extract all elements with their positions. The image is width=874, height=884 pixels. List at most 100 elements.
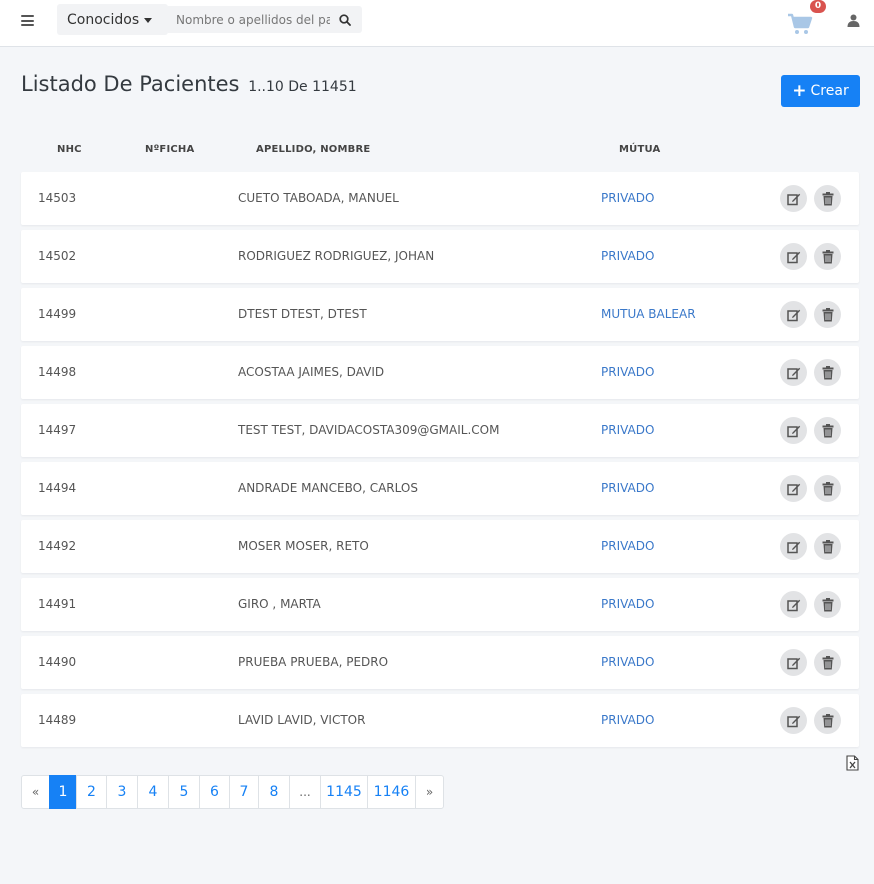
pagination: «1 2 3 4 5 6 7 8... 1145 1146» bbox=[21, 775, 444, 809]
edit-button[interactable] bbox=[780, 591, 807, 618]
table-row: 14491 GIRO , MARTA PRIVADO bbox=[21, 578, 859, 631]
delete-button[interactable] bbox=[814, 359, 841, 386]
caret-down-icon bbox=[144, 17, 153, 23]
patient-search bbox=[168, 6, 362, 33]
cell-mutua-link[interactable]: PRIVADO bbox=[601, 249, 654, 263]
pagination-page[interactable]: 6 bbox=[199, 775, 230, 809]
create-patient-button[interactable]: + Crear bbox=[781, 75, 860, 107]
cell-mutua-link[interactable]: PRIVADO bbox=[601, 539, 654, 553]
edit-icon bbox=[786, 657, 800, 669]
patient-search-input[interactable] bbox=[168, 6, 330, 33]
cell-mutua-link[interactable]: PRIVADO bbox=[601, 191, 654, 205]
edit-icon bbox=[786, 309, 800, 321]
search-button[interactable] bbox=[330, 6, 360, 33]
trash-icon bbox=[822, 713, 833, 727]
cell-mutua-link[interactable]: PRIVADO bbox=[601, 655, 654, 669]
edit-button[interactable] bbox=[780, 417, 807, 444]
edit-button[interactable] bbox=[780, 359, 807, 386]
cart-count-badge: 0 bbox=[810, 0, 826, 13]
page-title: Listado De Pacientes 1..10 De 11451 bbox=[21, 72, 357, 96]
patient-filter-label: Conocidos bbox=[67, 11, 140, 28]
pagination-ellipsis[interactable]: ... bbox=[289, 775, 321, 809]
table-row: 14490 PRUEBA PRUEBA, PEDRO PRIVADO bbox=[21, 636, 859, 689]
pagination-page[interactable]: 7 bbox=[229, 775, 259, 809]
edit-button[interactable] bbox=[780, 301, 807, 328]
edit-button[interactable] bbox=[780, 533, 807, 560]
table-row: 14497 TEST TEST, DAVIDACOSTA309@GMAIL.COM… bbox=[21, 404, 859, 457]
column-header-name: APELLIDO, NOMBRE bbox=[256, 144, 371, 155]
edit-button[interactable] bbox=[780, 243, 807, 270]
edit-icon bbox=[786, 715, 800, 727]
cell-mutua-link[interactable]: PRIVADO bbox=[601, 713, 654, 727]
cell-mutua-link[interactable]: MUTUA BALEAR bbox=[601, 307, 696, 321]
cell-patient-name: ANDRADE MANCEBO, CARLOS bbox=[238, 481, 418, 495]
column-header-ficha: NºFICHA bbox=[145, 144, 195, 155]
cell-patient-name: RODRIGUEZ RODRIGUEZ, JOHAN bbox=[238, 249, 435, 263]
cell-mutua-link[interactable]: PRIVADO bbox=[601, 481, 654, 495]
cell-nhc: 14502 bbox=[38, 249, 77, 263]
cell-mutua-link[interactable]: PRIVADO bbox=[601, 423, 654, 437]
shopping-cart-icon[interactable] bbox=[787, 12, 813, 36]
patient-filter-dropdown[interactable]: Conocidos bbox=[57, 4, 168, 35]
delete-button[interactable] bbox=[814, 475, 841, 502]
pagination-page[interactable]: 1 bbox=[49, 775, 77, 809]
hamburger-menu-icon[interactable] bbox=[21, 15, 34, 26]
page-title-text: Listado De Pacientes bbox=[21, 72, 240, 96]
trash-icon bbox=[822, 539, 833, 553]
delete-button[interactable] bbox=[814, 417, 841, 444]
cell-patient-name: DTEST DTEST, DTEST bbox=[238, 307, 367, 321]
edit-icon bbox=[786, 251, 800, 263]
table-row: 14498 ACOSTAA JAIMES, DAVID PRIVADO bbox=[21, 346, 859, 399]
column-header-mutua: MÚTUA bbox=[619, 144, 661, 155]
table-row: 14502 RODRIGUEZ RODRIGUEZ, JOHAN PRIVADO bbox=[21, 230, 859, 283]
edit-button[interactable] bbox=[780, 475, 807, 502]
cell-nhc: 14499 bbox=[38, 307, 77, 321]
delete-button[interactable] bbox=[814, 649, 841, 676]
cell-patient-name: GIRO , MARTA bbox=[238, 597, 321, 611]
top-navbar: Conocidos 0 bbox=[0, 0, 874, 47]
cell-nhc: 14497 bbox=[38, 423, 77, 437]
table-row: 14494 ANDRADE MANCEBO, CARLOS PRIVADO bbox=[21, 462, 859, 515]
pagination-page[interactable]: 5 bbox=[168, 775, 200, 809]
trash-icon bbox=[822, 655, 833, 669]
delete-button[interactable] bbox=[814, 301, 841, 328]
edit-button[interactable] bbox=[780, 707, 807, 734]
pagination-page[interactable]: 3 bbox=[106, 775, 138, 809]
delete-button[interactable] bbox=[814, 243, 841, 270]
delete-button[interactable] bbox=[814, 533, 841, 560]
excel-file-icon[interactable] bbox=[846, 755, 859, 771]
pagination-next[interactable]: » bbox=[415, 775, 444, 809]
trash-icon bbox=[822, 191, 833, 205]
table-row: 14503 CUETO TABOADA, MANUEL PRIVADO bbox=[21, 172, 859, 225]
cell-nhc: 14498 bbox=[38, 365, 77, 379]
user-icon[interactable] bbox=[847, 14, 860, 27]
cell-nhc: 14494 bbox=[38, 481, 77, 495]
cell-nhc: 14491 bbox=[38, 597, 77, 611]
search-icon bbox=[339, 13, 351, 26]
cell-patient-name: LAVID LAVID, VICTOR bbox=[238, 713, 366, 727]
cell-mutua-link[interactable]: PRIVADO bbox=[601, 597, 654, 611]
pagination-page[interactable]: 8 bbox=[258, 775, 290, 809]
edit-icon bbox=[786, 483, 800, 495]
delete-button[interactable] bbox=[814, 185, 841, 212]
record-count: 1..10 De 11451 bbox=[248, 79, 357, 95]
edit-button[interactable] bbox=[780, 185, 807, 212]
plus-icon: + bbox=[792, 81, 807, 101]
delete-button[interactable] bbox=[814, 591, 841, 618]
pagination-prev[interactable]: « bbox=[21, 775, 50, 809]
edit-icon bbox=[786, 193, 800, 205]
edit-icon bbox=[786, 541, 800, 553]
trash-icon bbox=[822, 423, 833, 437]
trash-icon bbox=[822, 307, 833, 321]
pagination-page[interactable]: 1146 bbox=[367, 775, 416, 809]
edit-button[interactable] bbox=[780, 649, 807, 676]
pagination-page[interactable]: 2 bbox=[76, 775, 107, 809]
edit-icon bbox=[786, 367, 800, 379]
cell-nhc: 14492 bbox=[38, 539, 77, 553]
trash-icon bbox=[822, 249, 833, 263]
table-row: 14499 DTEST DTEST, DTEST MUTUA BALEAR bbox=[21, 288, 859, 341]
delete-button[interactable] bbox=[814, 707, 841, 734]
pagination-page[interactable]: 1145 bbox=[320, 775, 368, 809]
pagination-page[interactable]: 4 bbox=[137, 775, 169, 809]
cell-mutua-link[interactable]: PRIVADO bbox=[601, 365, 654, 379]
